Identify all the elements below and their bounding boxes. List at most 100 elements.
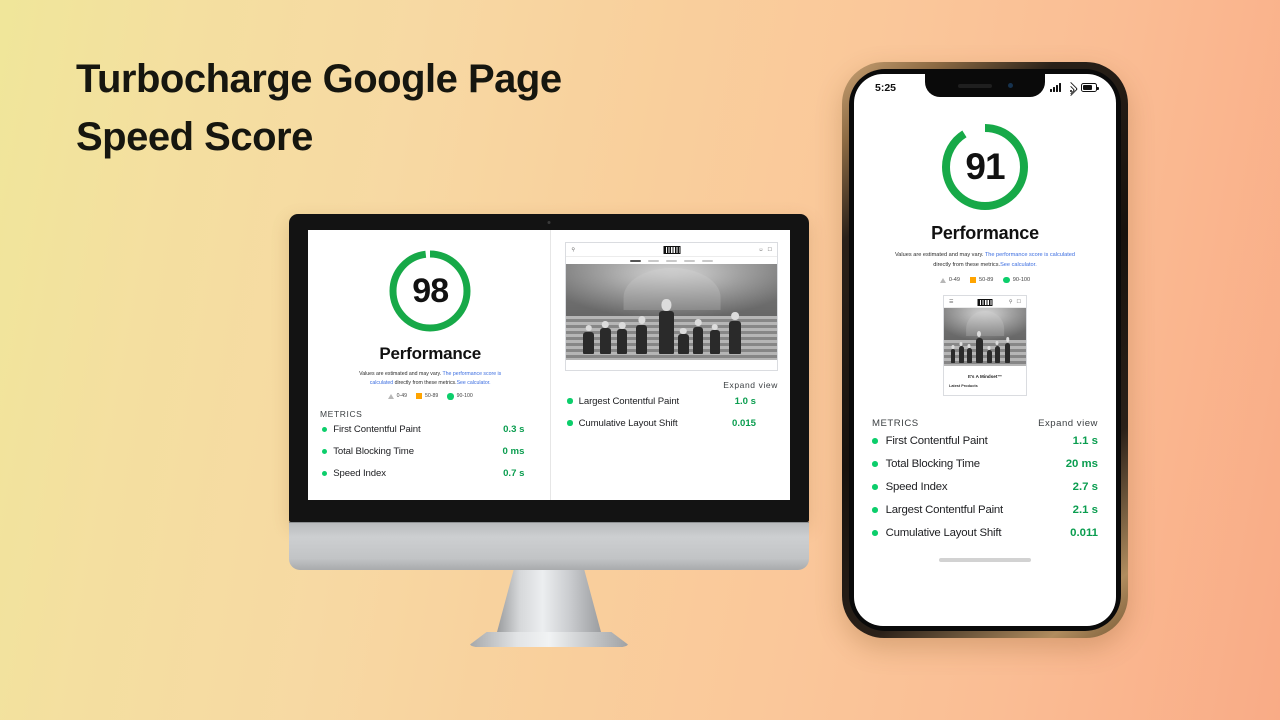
metric-value: 0 ms: [502, 446, 525, 458]
status-time: 5:25: [875, 81, 897, 94]
mobile-metrics-header-row: METRICS Expand view: [870, 418, 1100, 429]
webcam-icon: [547, 221, 551, 224]
status-dot-icon: [322, 448, 328, 455]
metric-label: First Contentful Paint: [885, 434, 988, 447]
desktop-device-mockup: 98 Performance Values are estimated and …: [289, 214, 809, 647]
list-item: Speed Index 2.7 s: [870, 475, 1100, 498]
legend-label-high: 90-100: [456, 393, 473, 400]
legend-label-high: 90-100: [1012, 277, 1031, 284]
legend-label-low: 0-49: [948, 277, 961, 284]
mobile-report-title: Performance: [931, 223, 1039, 243]
desktop-screen: 98 Performance Values are estimated and …: [308, 230, 790, 500]
nav-item: [630, 259, 642, 262]
table-row: Cumulative Layout Shift 0.015: [565, 412, 778, 434]
page-title: Turbocharge Google Page Speed Score: [76, 50, 696, 166]
table-row: Largest Contentful Paint 1.0 s: [565, 390, 778, 412]
photo-people: [566, 295, 777, 355]
site-latest-products-label: Latest Products: [949, 384, 978, 389]
list-item: First Contentful Paint 1.1 s: [870, 429, 1100, 452]
cart-icon: ☐: [1016, 298, 1021, 305]
list-item: Total Blocking Time 20 ms: [870, 452, 1100, 475]
imac-stand-neck: [497, 570, 601, 632]
table-row: Speed Index 0.7 s: [320, 463, 540, 485]
mobile-metrics-heading: METRICS: [872, 418, 919, 430]
metric-value: 20 ms: [1065, 457, 1098, 470]
legend-label-mid: 50-89: [979, 277, 994, 284]
search-icon: ⚲: [1008, 298, 1013, 305]
performance-score-link[interactable]: The performance score is calculated: [985, 252, 1075, 258]
site-hero-photo: [566, 264, 777, 360]
imac-stand-foot: [469, 632, 629, 647]
triangle-icon: [387, 393, 394, 399]
circle-icon: [1003, 277, 1010, 284]
site-header: ☰ ⚲ ☐: [944, 296, 1026, 309]
metric-label: Speed Index: [333, 468, 386, 480]
battery-icon: [1081, 83, 1099, 92]
nav-item: [684, 259, 696, 262]
list-item: Largest Contentful Paint 2.1 s: [870, 498, 1100, 521]
phone-screen: 5:25 91 Performance Values are estimated…: [854, 74, 1116, 626]
see-calculator-link[interactable]: See calculator.: [457, 380, 491, 386]
desktop-report-right-column: ⚲ ☺ ☐ Expand view Largest Contentful Pai…: [551, 230, 790, 500]
site-nav: [566, 257, 777, 264]
site-header-actions: ☺ ☐: [758, 247, 772, 253]
home-indicator[interactable]: [939, 558, 1031, 563]
phone-report-body: 91 Performance Values are estimated and …: [854, 119, 1116, 563]
cart-icon: ☐: [767, 246, 772, 253]
legend-item-high: 90-100: [1003, 277, 1031, 284]
headline-line-2: Speed Score: [76, 115, 313, 159]
desktop-performance-gauge: 98: [385, 246, 475, 336]
mobile-score-value: 91: [965, 146, 1005, 187]
status-dot-icon: [322, 426, 328, 433]
desktop-metrics-heading: METRICS: [320, 408, 363, 419]
metric-value: 0.011: [1070, 526, 1098, 539]
wifi-icon: [1063, 81, 1079, 97]
mobile-performance-gauge: 91: [937, 119, 1033, 215]
mobile-device-mockup: 5:25 91 Performance Values are estimated…: [842, 62, 1128, 638]
nav-item: [648, 259, 660, 262]
status-dot-icon: [872, 530, 878, 536]
site-footer-strip: [566, 360, 777, 370]
legend-item-mid: 50-89: [415, 393, 438, 400]
list-item: Cumulative Layout Shift 0.011: [870, 521, 1100, 544]
nav-item: [702, 259, 714, 262]
account-icon: ☺: [758, 246, 764, 253]
site-logo: [977, 298, 993, 306]
status-dot-icon: [872, 484, 878, 490]
imac-bezel: 98 Performance Values are estimated and …: [289, 214, 809, 522]
status-dot-icon: [872, 461, 878, 467]
site-hero-photo: [944, 308, 1026, 367]
metric-label: Speed Index: [885, 480, 948, 493]
metric-label: Total Blocking Time: [885, 457, 981, 470]
metric-value: 0.7 s: [503, 468, 525, 480]
desktop-expand-view-button[interactable]: Expand view: [565, 380, 778, 390]
disclaimer-text-1: Values are estimated and may vary.: [894, 252, 985, 258]
site-header-actions: ⚲ ☐: [1009, 299, 1021, 305]
metric-value: 2.1 s: [1072, 503, 1098, 516]
mobile-site-screenshot: ☰ ⚲ ☐ It's A Mindset™ Latest Products: [943, 295, 1027, 397]
status-dot-icon: [567, 398, 573, 404]
legend-label-low: 0-49: [396, 393, 407, 400]
metric-label: Cumulative Layout Shift: [885, 526, 1002, 539]
desktop-disclaimer: Values are estimated and may vary. The p…: [354, 370, 506, 387]
see-calculator-link[interactable]: See calculator.: [1000, 262, 1037, 268]
metric-label: Cumulative Layout Shift: [578, 417, 678, 429]
metric-label: Largest Contentful Paint: [885, 503, 1004, 516]
status-indicators: [1050, 81, 1099, 97]
headline-line-1: Turbocharge Google Page: [76, 57, 562, 101]
metric-value: 1.1 s: [1072, 434, 1098, 447]
disclaimer-text-1: Values are estimated and may vary.: [359, 371, 443, 377]
mobile-expand-view-button[interactable]: Expand view: [1038, 418, 1098, 429]
earpiece-speaker-icon: [957, 83, 992, 88]
status-dot-icon: [567, 420, 573, 426]
metric-value: 0.3 s: [503, 424, 525, 436]
table-row: First Contentful Paint 0.3 s: [320, 419, 540, 441]
site-header: ⚲ ☺ ☐: [566, 243, 777, 257]
search-icon: ⚲: [571, 246, 576, 253]
imac-chin: [289, 522, 809, 570]
square-icon: [415, 393, 422, 400]
metric-label: Total Blocking Time: [333, 446, 414, 458]
disclaimer-text-2: directly from these metrics.: [933, 261, 1001, 268]
front-camera-icon: [1007, 83, 1013, 88]
desktop-site-screenshot: ⚲ ☺ ☐: [565, 242, 778, 371]
